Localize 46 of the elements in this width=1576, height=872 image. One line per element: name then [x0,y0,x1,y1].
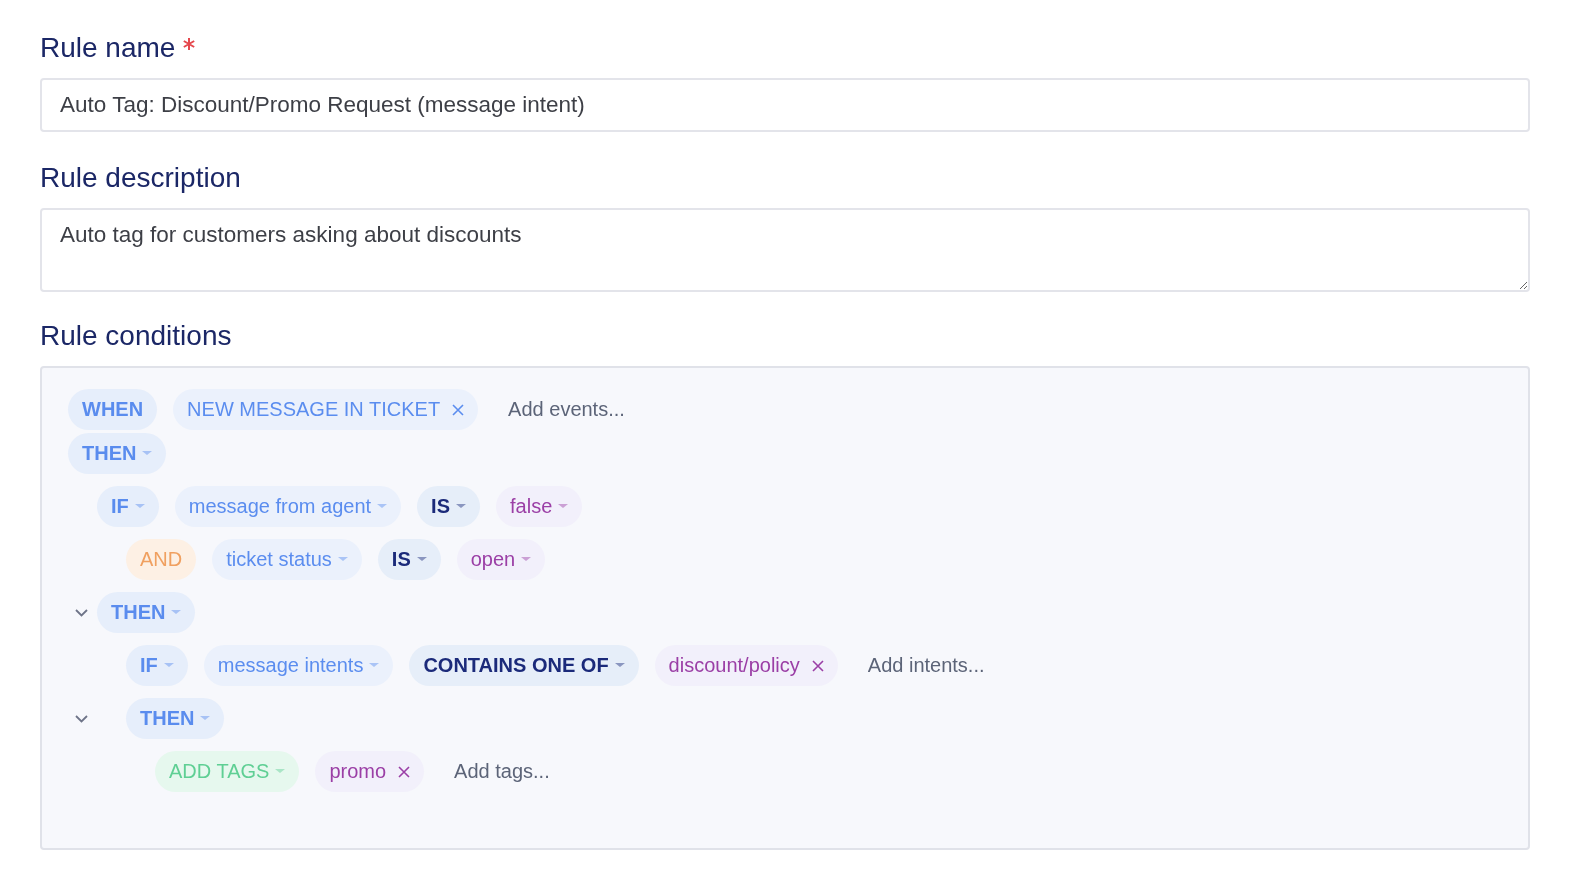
keyword-dropdown[interactable]: THEN [126,698,225,739]
keyword-dropdown[interactable]: IF [97,486,159,527]
caret-icon [521,557,532,562]
keyword-dropdown[interactable]: IF [126,645,188,686]
field-label: Rule name [40,32,176,64]
caret-icon [337,557,348,562]
keyword-dropdown[interactable]: THEN [68,433,167,474]
close-icon [398,765,411,778]
caret-icon [171,610,182,615]
value-dropdown[interactable]: false [496,486,583,527]
value-dropdown[interactable]: open [456,539,546,580]
add-field[interactable]: Add events... [494,398,723,421]
caret-icon [142,451,153,456]
caret-icon [163,663,174,668]
tag-label: NEW MESSAGE IN TICKET [187,398,441,421]
tag-label: discount/policy [668,654,800,677]
tag-label: promo [329,760,387,783]
keyword-label: WHEN [68,389,158,430]
caret-icon [200,716,211,721]
field-dropdown[interactable]: message intents [203,645,394,686]
caret-icon [369,663,380,668]
caret-icon [416,557,427,562]
caret-icon [134,504,145,509]
chevron-button[interactable] [75,608,88,617]
input-field[interactable]: Auto Tag: Discount/Promo Request (message intent) [40,78,1530,132]
operator-dropdown[interactable]: IS [377,539,441,580]
caret-icon [614,663,625,668]
logic-label: AND [126,539,197,580]
field-label: Rule conditions [40,320,232,352]
field-label: Rule description [40,162,241,194]
field-dropdown[interactable]: message from agent [174,486,402,527]
text-area[interactable]: Auto tag for customers asking about discounts [40,208,1530,292]
operator-dropdown[interactable]: IS [417,486,480,527]
close-icon [452,403,465,416]
chevron-button[interactable] [75,714,88,723]
keyword-dropdown[interactable]: THEN [97,592,196,633]
caret-icon [377,504,388,509]
add-field[interactable]: Add intents... [853,654,1082,677]
caret-icon [558,504,569,509]
action-dropdown[interactable]: ADD TAGS [155,751,300,792]
operator-dropdown[interactable]: CONTAINS ONE OF [409,645,639,686]
caret-icon [275,769,286,774]
caret-icon [456,504,466,509]
add-field[interactable]: Add tags... [440,760,669,783]
field-dropdown[interactable]: ticket status [212,539,362,580]
close-icon [811,659,824,672]
